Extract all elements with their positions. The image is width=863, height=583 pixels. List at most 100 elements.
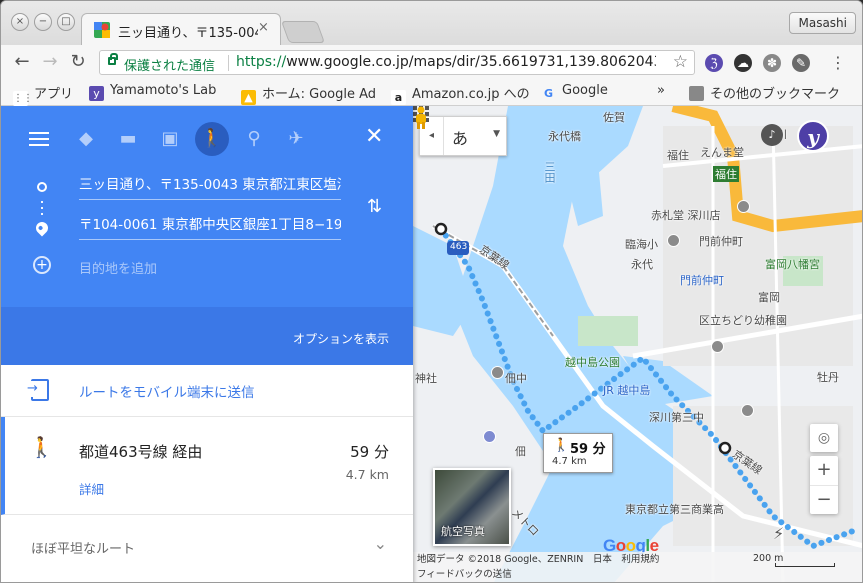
ime-switcher[interactable]: ◂ あ ▼: [419, 116, 507, 156]
url-path: www.google.co.jp/maps/dir/35.6619731,139…: [286, 54, 656, 70]
puzzle-extension-icon[interactable]: ✽: [763, 54, 781, 72]
amazon-icon: a: [391, 90, 406, 105]
bookmark-other[interactable]: その他のブックマーク: [689, 83, 840, 102]
map-canvas[interactable]: 463 佐賀 永代橋 福住 えんま堂 深川 福住 赤札堂 深川店 門前仲町 臨海…: [413, 106, 862, 582]
bubble-time: 59 分: [570, 442, 606, 457]
best-route-icon[interactable]: ◆: [69, 122, 103, 156]
zoom-in-button[interactable]: +: [810, 456, 838, 485]
route-option-card[interactable]: 🚶 都道463号線 経由 59 分 4.7 km 詳細: [1, 417, 413, 515]
chevron-down-icon[interactable]: ⌄: [374, 534, 387, 553]
account-avatar[interactable]: y: [797, 120, 829, 152]
route-distance: 4.7 km: [345, 467, 389, 482]
route-463-label: 463: [450, 242, 468, 252]
directions-panel: ◆ ▬ ▣ 🚶 ⚲ ✈ ✕ 三ッ目通り、〒135-0043 東京都江東区塩浜 〒…: [1, 106, 413, 582]
bookmark-google-ads[interactable]: ▲ ホーム: Google Ad: [241, 83, 379, 105]
bubble-distance: 4.7 km: [552, 456, 587, 467]
school-poi-icon: [711, 340, 724, 353]
evernote-extension-icon[interactable]: ✎: [792, 54, 810, 72]
car-icon[interactable]: ▬: [111, 122, 145, 156]
back-icon[interactable]: ←: [11, 51, 33, 73]
route-waypoint-marker[interactable]: [718, 441, 732, 455]
bookmark-label: Google: [562, 83, 608, 98]
route-time: 59 分: [350, 443, 389, 461]
bookmark-label: ホーム: Google Ad: [262, 87, 377, 102]
bookmark-label: Yamamoto's Lab: [110, 83, 217, 98]
add-destination-label[interactable]: 目的地を追加: [79, 258, 157, 277]
bicycle-icon[interactable]: ⚲: [237, 122, 271, 156]
map-label-fukuzumi: 福住: [667, 149, 689, 162]
minimize-window-button[interactable]: −: [34, 13, 52, 31]
bookmark-yamamoto[interactable]: y Yamamoto's Lab: [89, 83, 231, 101]
zoom-control: + −: [810, 456, 838, 514]
yamamoto-extension-icon[interactable]: ℨ: [705, 54, 723, 72]
shopping-poi-icon: [737, 200, 750, 213]
bookmark-google[interactable]: G Google: [541, 83, 608, 101]
browser-tab[interactable]: 三ッ目通り、〒135-0043 東京都江東区塩浜 ×: [81, 13, 281, 46]
origin-dot-icon: [37, 182, 47, 192]
add-destination-icon[interactable]: +: [33, 256, 51, 274]
reload-icon[interactable]: ↻: [67, 51, 89, 73]
swap-waypoints-icon[interactable]: ⇅: [367, 196, 382, 217]
transit-icon[interactable]: ▣: [153, 122, 187, 156]
notifications-bell-icon[interactable]: ♪: [761, 124, 783, 146]
profile-button[interactable]: Masashi: [789, 12, 856, 34]
lock-icon: [108, 53, 118, 65]
ime-dropdown-icon[interactable]: ▼: [493, 129, 500, 139]
map-label-tomioka: 富岡: [758, 291, 780, 304]
walking-mode-icon[interactable]: 🚶: [195, 122, 229, 156]
forward-icon[interactable]: →: [39, 51, 61, 73]
address-bar[interactable]: 保護された通信 https://www.google.co.jp/maps/di…: [99, 50, 695, 75]
map-label-chidori: 区立ちどり幼稚園: [699, 314, 787, 327]
destination-pin-icon: [33, 219, 51, 237]
map-label-monzen-station: 門前仲町: [680, 274, 724, 287]
secure-label: 保護された通信: [124, 59, 216, 74]
close-directions-icon[interactable]: ✕: [365, 124, 383, 149]
terrain-row[interactable]: ほぼ平坦なルート ⌄: [1, 526, 413, 566]
destination-input[interactable]: 〒104-0061 東京都中央区銀座1丁目8−19: [79, 214, 341, 240]
pegman-icon[interactable]: [413, 106, 429, 130]
maximize-window-button[interactable]: □: [57, 13, 75, 31]
tab-close-icon[interactable]: ×: [258, 20, 269, 35]
bookmark-amazon[interactable]: a Amazon.co.jp へのご: [391, 83, 529, 105]
map-label-etchujima-park: 越中島公園: [565, 356, 620, 369]
map-label-botan: 牡丹: [817, 371, 839, 384]
map-label-koto-daisan: 東京都立第三商業高: [625, 503, 724, 516]
lightning-icon[interactable]: ⚡: [773, 524, 784, 543]
browser-window: × − □ 三ッ目通り、〒135-0043 東京都江東区塩浜 × Masashi…: [0, 0, 863, 583]
send-to-mobile-row[interactable]: ルートをモバイル端末に送信: [1, 365, 413, 417]
close-window-button[interactable]: ×: [11, 13, 29, 31]
my-location-button[interactable]: ◎: [810, 424, 838, 452]
bookmark-label: その他のブックマーク: [710, 87, 841, 102]
map-label-eitai: 永代: [631, 258, 653, 271]
zoom-out-button[interactable]: −: [810, 486, 838, 515]
map-label-mitsumata: 三田: [543, 161, 556, 183]
tab-title: 三ッ目通り、〒135-0043 東京都江東区塩浜: [118, 26, 258, 41]
new-tab-button[interactable]: [280, 21, 326, 43]
yamamoto-logo-icon: y: [89, 86, 104, 101]
flight-icon[interactable]: ✈: [279, 122, 313, 156]
route-details-link[interactable]: 詳細: [79, 479, 104, 498]
show-options-link[interactable]: オプションを表示: [293, 330, 389, 347]
feedback-link[interactable]: フィードバックの送信: [413, 568, 862, 582]
menu-icon[interactable]: [29, 132, 49, 146]
satellite-toggle[interactable]: 航空写真: [433, 468, 511, 546]
parking-poi-icon: [483, 430, 496, 443]
bookmark-star-icon[interactable]: ☆: [673, 52, 688, 72]
satellite-label: 航空写真: [441, 525, 485, 538]
bookmarks-overflow[interactable]: »: [657, 83, 665, 98]
menu-icon[interactable]: ⋮: [829, 54, 847, 72]
bookmark-apps[interactable]: ⋮⋮アプリ: [13, 83, 73, 106]
browser-toolbar: ← → ↻ 保護された通信 https://www.google.co.jp/m…: [1, 45, 862, 79]
route-info-bubble[interactable]: 🚶 59 分 4.7 km: [543, 433, 613, 473]
walking-icon: 🚶: [29, 435, 54, 459]
origin-input[interactable]: 三ッ目通り、〒135-0043 東京都江東区塩浜: [79, 174, 341, 200]
route-start-marker[interactable]: [434, 222, 448, 236]
walking-icon: 🚶: [553, 438, 570, 453]
google-icon: G: [543, 87, 554, 100]
landmark-poi-icon: [491, 366, 504, 379]
google-ads-icon: ▲: [241, 90, 256, 105]
url-text[interactable]: https://www.google.co.jp/maps/dir/35.661…: [236, 54, 656, 70]
ime-mode-label: あ: [452, 129, 469, 148]
cloud-extension-icon[interactable]: ☁: [734, 54, 752, 72]
bookmark-label: Amazon.co.jp へのご: [412, 87, 529, 102]
